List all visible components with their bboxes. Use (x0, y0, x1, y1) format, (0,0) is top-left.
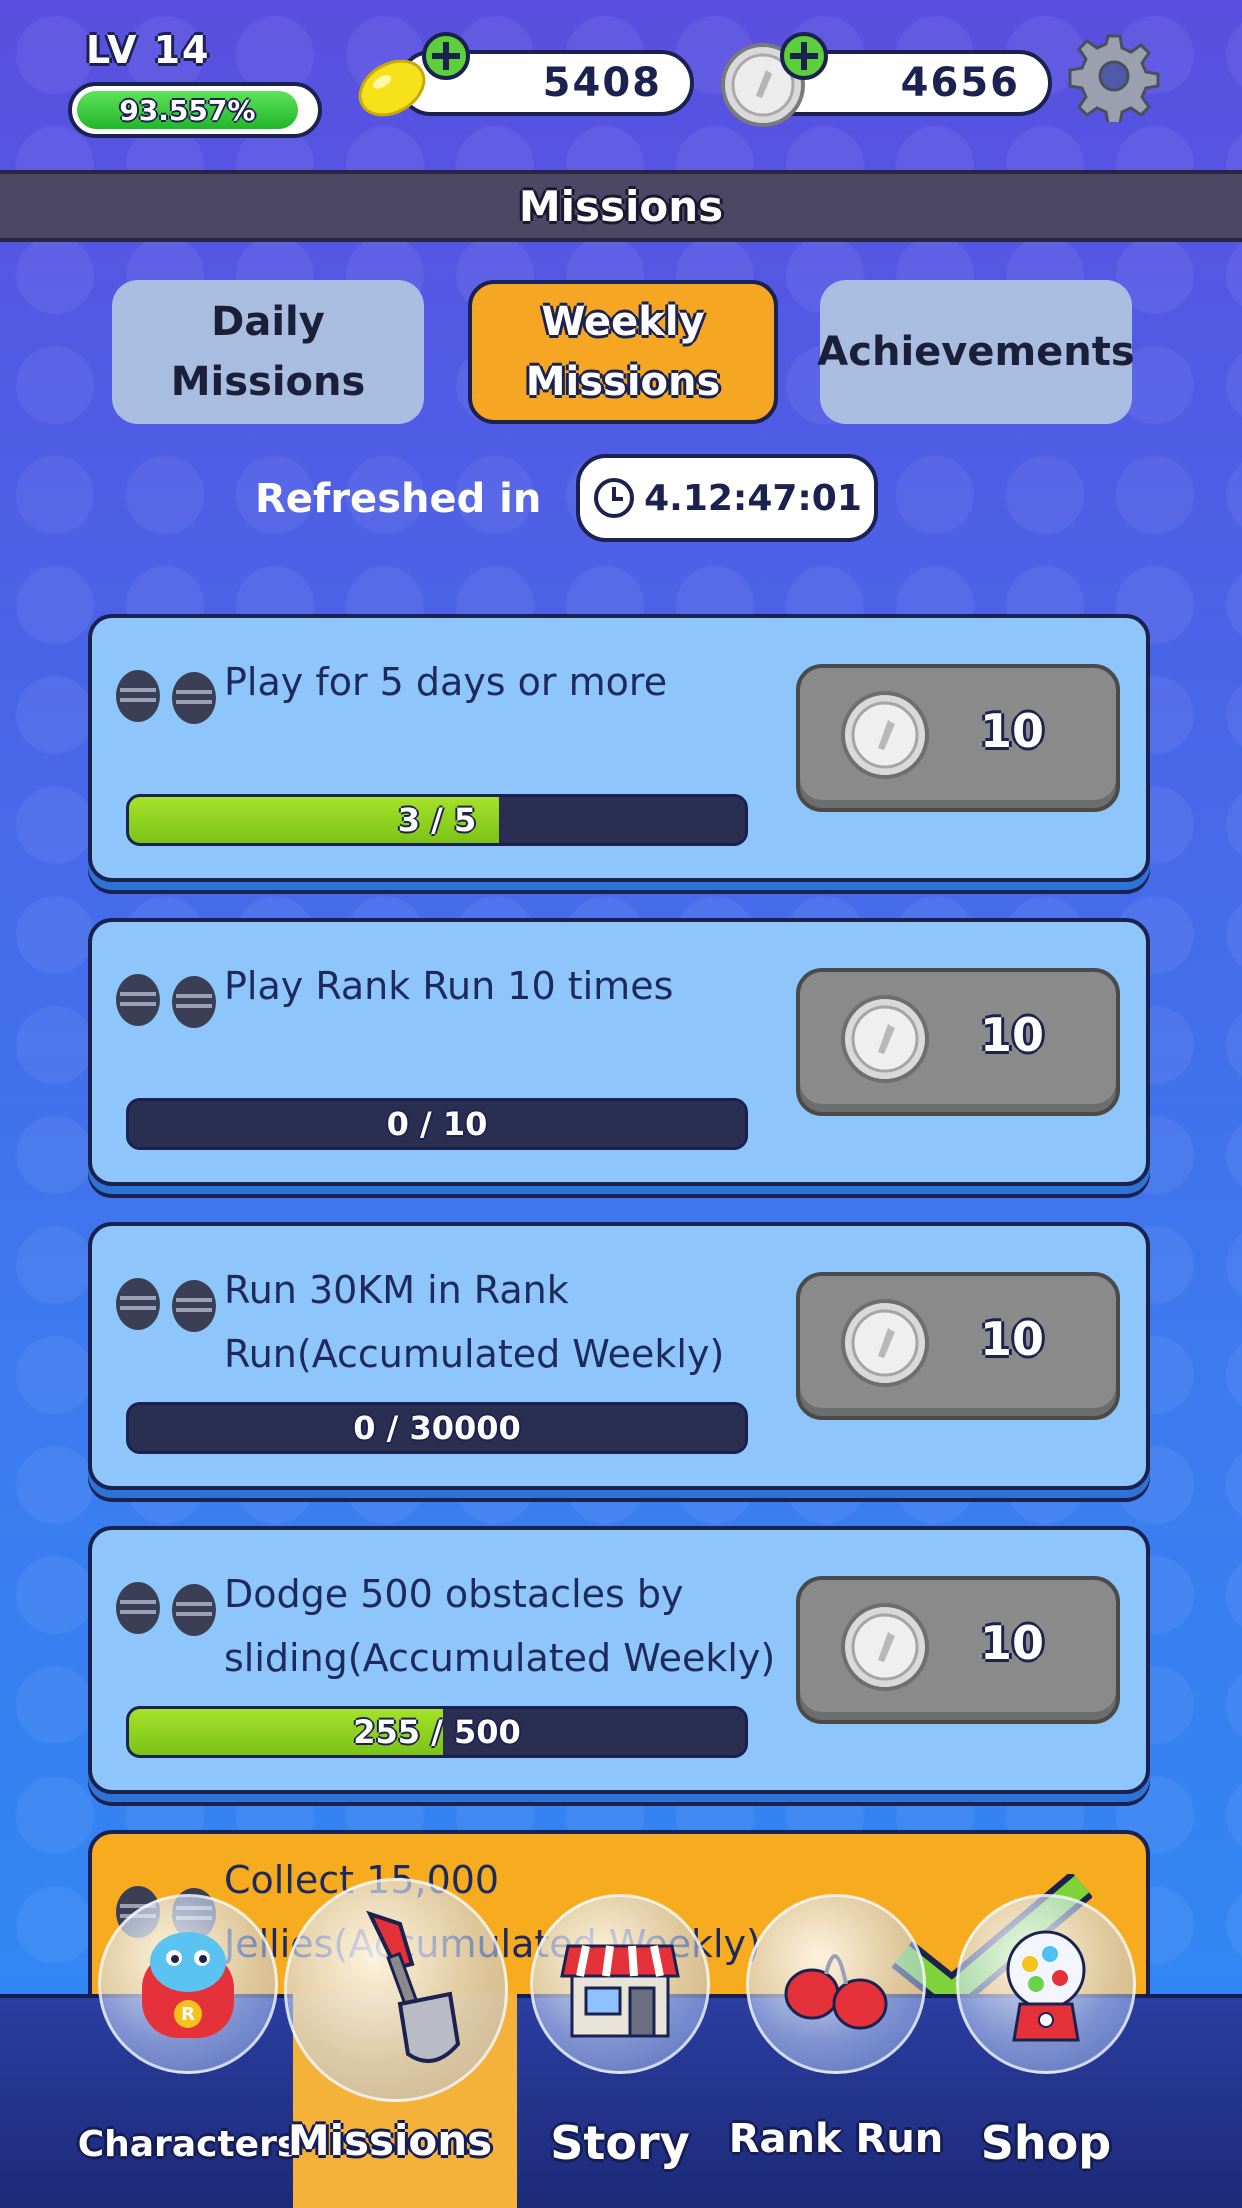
nav-characters[interactable]: R Characters (78, 1884, 298, 2208)
add-coin-icon[interactable] (778, 30, 830, 82)
tab-label: Achievements (817, 329, 1135, 375)
screen-title-bar: Missions (0, 170, 1242, 242)
claim-reward-button[interactable]: 10 (796, 1576, 1120, 1724)
xp-percent: 93.557% (119, 93, 256, 127)
store-icon (560, 1944, 680, 2038)
shovel-icon (366, 1910, 461, 2064)
tab-label: Daily Missions (170, 299, 366, 405)
top-bar: LV 14 93.557% 5408 4656 (0, 0, 1242, 168)
mission-title: Play Rank Run 10 times (224, 964, 674, 1008)
add-jelly-icon[interactable] (420, 30, 472, 82)
reward-amount: 10 (980, 1312, 1045, 1366)
mission-card: Play Rank Run 10 times 0 / 10 10 (88, 918, 1150, 1186)
mission-title: Run 30KM in Rank Run(Accumulated Weekly) (224, 1268, 725, 1376)
reward-amount: 10 (980, 1616, 1045, 1670)
mission-progress-label: 0 / 30000 (353, 1409, 521, 1447)
mission-progress-label: 0 / 10 (386, 1105, 488, 1143)
claim-reward-button[interactable]: 10 (796, 968, 1120, 1116)
refresh-timer: 4.12:47:01 (576, 454, 878, 542)
xp-progress-bar: 93.557% (68, 82, 322, 138)
player-level: LV 14 (86, 28, 211, 72)
settings-gear-icon[interactable] (1068, 30, 1160, 122)
claim-reward-button[interactable]: 10 (796, 664, 1120, 812)
tab-weekly-missions[interactable]: Weekly Missions (468, 280, 778, 424)
mission-progress-bar: 0 / 30000 (126, 1402, 748, 1454)
boxing-gloves-icon (784, 1954, 888, 2030)
mission-list[interactable]: Play for 5 days or more 3 / 5 10 Play Ra… (88, 614, 1150, 1994)
reward-amount: 10 (980, 1008, 1045, 1062)
nav-story[interactable]: Story (520, 1884, 720, 2208)
claim-reward-button[interactable]: 10 (796, 1272, 1120, 1420)
nav-label: Shop (980, 2116, 1112, 2170)
mission-progress-bar: 255 / 500 (126, 1706, 748, 1758)
tab-daily-missions[interactable]: Daily Missions (112, 280, 424, 424)
clock-icon (594, 478, 635, 518)
nav-rank-run[interactable]: Rank Run (729, 1884, 943, 2208)
tab-achievements[interactable]: Achievements (817, 280, 1135, 424)
nav-missions[interactable]: Missions (284, 1878, 517, 2208)
running-shoes-icon (116, 974, 216, 1028)
coin-icon (841, 1299, 929, 1387)
coin-icon (841, 995, 929, 1083)
running-shoes-icon (116, 670, 216, 724)
timer-value: 4.12:47:01 (644, 477, 862, 519)
nav-shop[interactable]: Shop (946, 1884, 1146, 2208)
refresh-label: Refreshed in (255, 476, 542, 522)
nav-label: Missions (287, 2116, 493, 2165)
mission-progress-bar: 3 / 5 (126, 794, 748, 846)
mission-progress-label: 255 / 500 (353, 1713, 521, 1751)
xp-progress-fill: 93.557% (77, 91, 298, 129)
coin-icon (841, 691, 929, 779)
gumball-machine-icon (1006, 1930, 1086, 2042)
page-title: Missions (518, 181, 724, 231)
mission-title: Dodge 500 obstacles by sliding(Accumulat… (224, 1572, 776, 1680)
running-shoes-icon (116, 1278, 216, 1332)
mission-progress-bar: 0 / 10 (126, 1098, 748, 1150)
svg-text:R: R (181, 2004, 195, 2025)
coin-count: 4656 (900, 60, 1020, 106)
running-shoes-icon (116, 1582, 216, 1636)
mission-card: Play for 5 days or more 3 / 5 10 (88, 614, 1150, 882)
mission-progress-label: 3 / 5 (397, 801, 477, 839)
mission-card: Run 30KM in Rank Run(Accumulated Weekly)… (88, 1222, 1150, 1490)
mission-card: Dodge 500 obstacles by sliding(Accumulat… (88, 1526, 1150, 1794)
jelly-count: 5408 (542, 60, 662, 106)
coin-icon (841, 1603, 929, 1691)
reward-amount: 10 (980, 704, 1045, 758)
mission-title: Play for 5 days or more (224, 660, 668, 704)
character-icon: R (142, 1932, 234, 2038)
tab-label: Weekly Missions (525, 299, 721, 405)
